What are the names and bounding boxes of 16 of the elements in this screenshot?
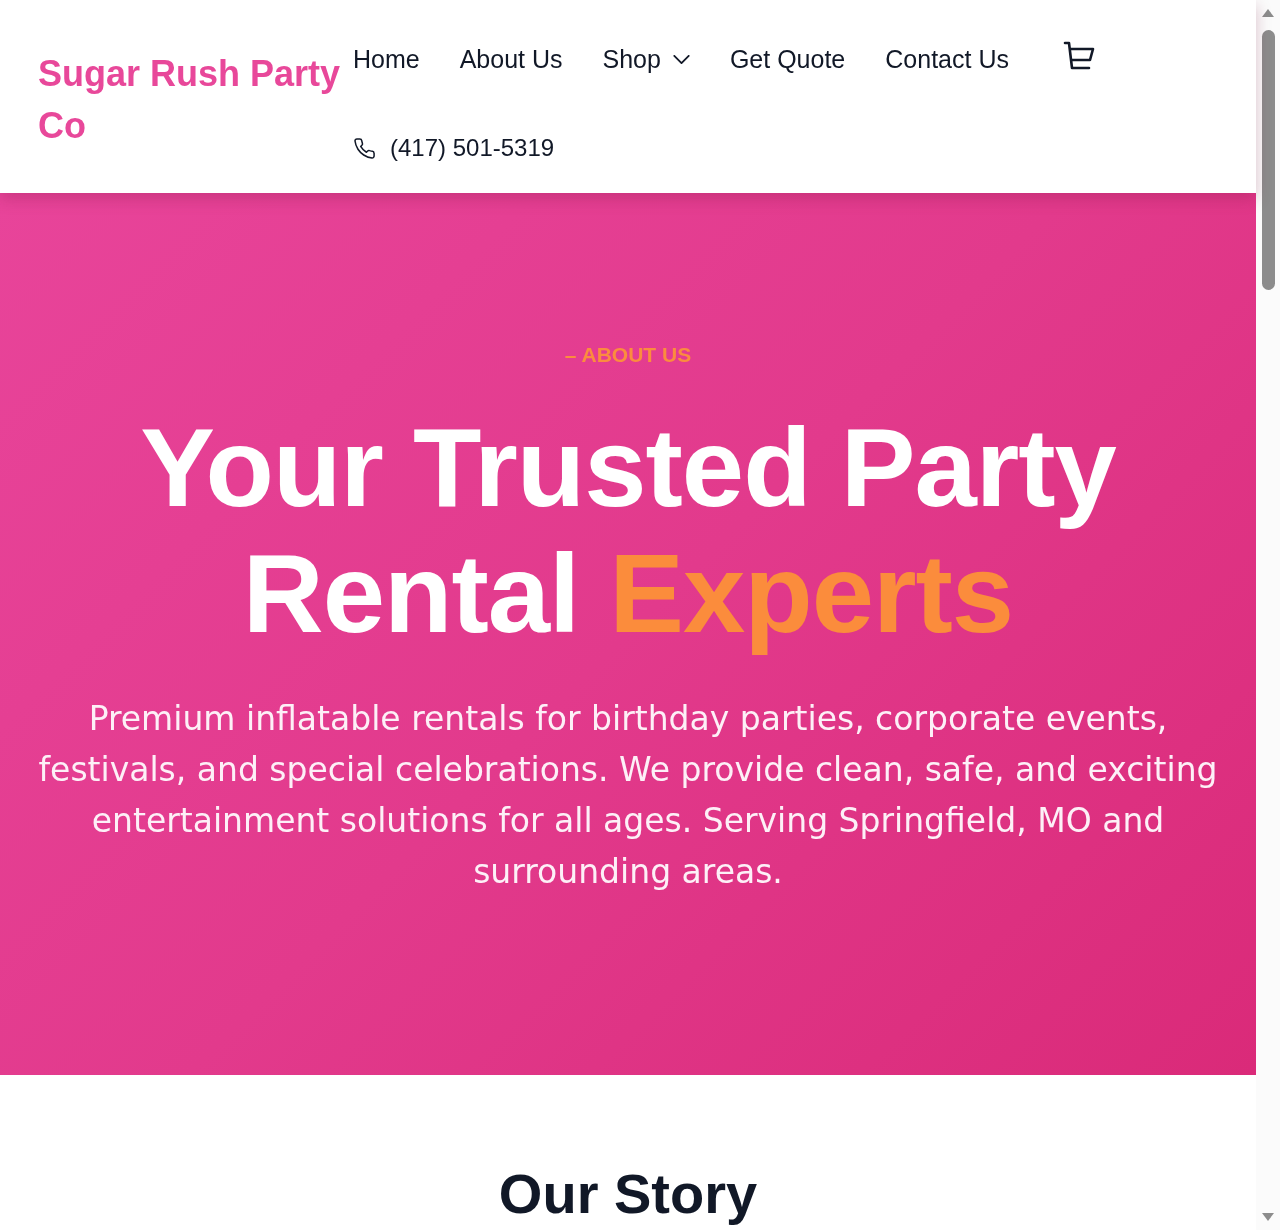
scrollbar-thumb[interactable] <box>1261 30 1275 290</box>
nav-link[interactable]: Home <box>353 38 420 80</box>
nav-link[interactable]: About Us <box>459 38 563 80</box>
site-logo[interactable]: Sugar Rush Party Co <box>38 48 353 152</box>
scroll-up-icon[interactable] <box>1262 9 1274 17</box>
nav-dropdown[interactable]: Shop <box>602 38 690 80</box>
phone-link[interactable]: (417) 501-5319 <box>390 127 555 169</box>
nav-link[interactable]: Contact Us <box>885 38 1009 80</box>
hero-description: Premium inflatable rentals for birthday parties, corporate events, festivals, and special celebrations. We provide clean, safe, and exciting entertainment solutions for all ages. Serving Springfield, MO and surrounding areas. <box>37 698 1219 893</box>
hero-heading: Your Trusted Party Rental Experts <box>139 405 1117 657</box>
section-eyebrow: – ABOUT US <box>564 343 692 367</box>
nav-link[interactable]: Get Quote <box>729 38 846 80</box>
phone-icon <box>353 136 376 160</box>
cart-icon[interactable] <box>1062 41 1095 71</box>
scroll-down-icon[interactable] <box>1262 1213 1274 1221</box>
chevron-down-icon <box>672 54 690 64</box>
